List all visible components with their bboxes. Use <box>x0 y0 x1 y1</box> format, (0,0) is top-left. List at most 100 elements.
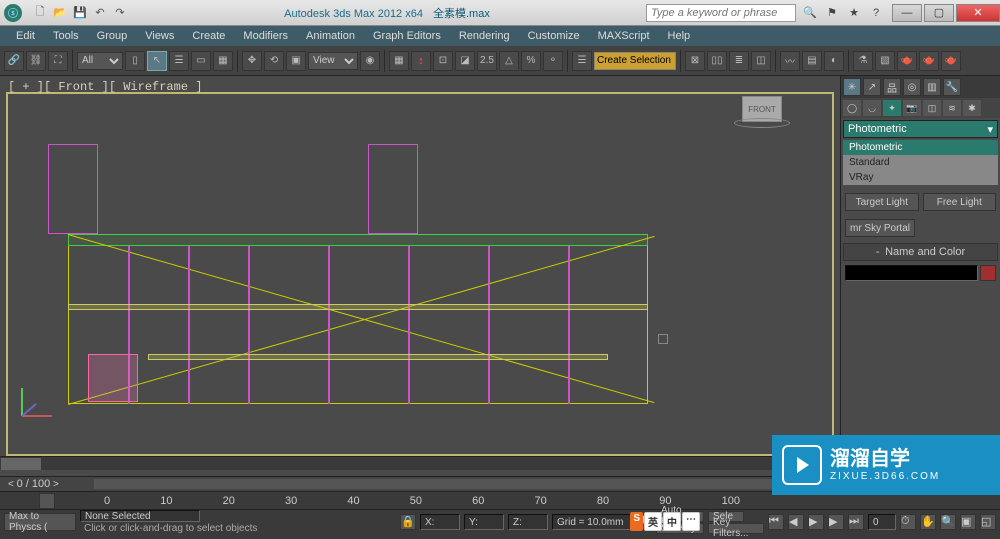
app-icon[interactable]: ⓢ <box>4 4 22 22</box>
bind-icon[interactable]: ⛶ <box>48 51 68 71</box>
percent-icon[interactable]: % <box>521 51 541 71</box>
zoom-icon[interactable]: 🔍 <box>940 514 956 530</box>
snap-toggle-icon[interactable]: △ <box>499 51 519 71</box>
maximize-button[interactable]: ▢ <box>924 4 954 22</box>
geometry-icon[interactable]: ◯ <box>843 100 861 116</box>
display-tab-icon[interactable]: ▥ <box>923 78 941 96</box>
menu-tools[interactable]: Tools <box>45 28 87 44</box>
menu-group[interactable]: Group <box>89 28 136 44</box>
new-icon[interactable]: 🗋 <box>32 5 48 21</box>
move-icon[interactable]: ✥ <box>242 51 262 71</box>
opt-photometric[interactable]: Photometric <box>843 140 998 155</box>
spinner-snap-icon[interactable]: 2.5 <box>477 51 497 71</box>
spacewarps-icon[interactable]: ≋ <box>943 100 961 116</box>
viewport[interactable]: [ + ][ Front ][ Wireframe ] FRONT <box>0 76 840 486</box>
redo-icon[interactable]: ↷ <box>112 5 128 21</box>
unlink-icon[interactable]: ⛓ <box>26 51 46 71</box>
layer-icon[interactable]: ≣ <box>729 51 749 71</box>
menu-rendering[interactable]: Rendering <box>451 28 518 44</box>
render-icon[interactable]: 🫖 <box>897 51 917 71</box>
ime-width[interactable]: 中 <box>663 512 681 531</box>
render-setup-icon[interactable]: ⚗ <box>853 51 873 71</box>
timeline-ruler[interactable]: 0102030405060708090100 <box>94 495 750 507</box>
edit-keys-icon[interactable]: ⚬ <box>543 51 563 71</box>
minimize-button[interactable]: — <box>892 4 922 22</box>
save-icon[interactable]: 💾 <box>72 5 88 21</box>
free-light-button[interactable]: Free Light <box>923 193 997 211</box>
mirror-icon[interactable]: ⊠ <box>685 51 705 71</box>
menu-modifiers[interactable]: Modifiers <box>235 28 296 44</box>
ime-indicator[interactable]: S 英 中 ⋯ <box>630 512 700 531</box>
name-color-rollout[interactable]: - Name and Color <box>843 243 998 261</box>
viewport-canvas[interactable] <box>6 92 834 456</box>
select-object-icon[interactable]: ↖ <box>147 51 167 71</box>
key-filters-button[interactable]: Key Filters... <box>708 523 764 534</box>
create-tab-icon[interactable]: ✳ <box>843 78 861 96</box>
menu-views[interactable]: Views <box>137 28 182 44</box>
motion-tab-icon[interactable]: ◎ <box>903 78 921 96</box>
current-frame-input[interactable]: 0 <box>868 514 896 530</box>
render-prod-icon[interactable]: 🫖 <box>919 51 939 71</box>
play-icon[interactable]: ▶ <box>808 514 824 530</box>
coord-y[interactable]: Y: <box>464 514 504 530</box>
max-viewport-icon[interactable]: ◱ <box>980 514 996 530</box>
star-icon[interactable]: ★ <box>846 5 862 21</box>
zoom-ext-icon[interactable]: ▣ <box>960 514 976 530</box>
goto-end-icon[interactable]: ⏭ <box>848 514 864 530</box>
viewport-scroll-h[interactable] <box>0 456 840 470</box>
viewcube[interactable]: FRONT <box>734 96 790 132</box>
named-selset-input[interactable] <box>594 52 676 70</box>
modify-tab-icon[interactable]: ↗ <box>863 78 881 96</box>
close-button[interactable]: ✕ <box>956 4 1000 22</box>
selection-lock-icon[interactable]: 🔒 <box>400 514 416 530</box>
pivot-icon[interactable]: ◉ <box>360 51 380 71</box>
undo-icon[interactable]: ↶ <box>92 5 108 21</box>
render-last-icon[interactable]: 🫖 <box>941 51 961 71</box>
comm-icon[interactable]: ⚑ <box>824 5 840 21</box>
coord-x[interactable]: X: <box>420 514 460 530</box>
snap-icon[interactable]: ↕ <box>411 51 431 71</box>
window-crossing-icon[interactable]: ▦ <box>213 51 233 71</box>
link-icon[interactable]: 🔗 <box>4 51 24 71</box>
scale-icon[interactable]: ▣ <box>286 51 306 71</box>
manipulate-icon[interactable]: ▦ <box>389 51 409 71</box>
opt-standard[interactable]: Standard <box>843 155 998 170</box>
pan-icon[interactable]: ✋ <box>920 514 936 530</box>
menu-create[interactable]: Create <box>184 28 233 44</box>
named-selset-icon[interactable]: ☰ <box>572 51 592 71</box>
viewport-label[interactable]: [ + ][ Front ][ Wireframe ] <box>8 80 202 94</box>
ime-more-icon[interactable]: ⋯ <box>682 512 700 531</box>
refcoord-select[interactable]: View <box>308 52 358 70</box>
select-icon[interactable]: ▯ <box>125 51 145 71</box>
systems-icon[interactable]: ✱ <box>963 100 981 116</box>
time-config-icon[interactable]: ⏱ <box>900 514 916 530</box>
prev-frame-icon[interactable]: ◀ <box>788 514 804 530</box>
shapes-icon[interactable]: ◡ <box>863 100 881 116</box>
target-light-button[interactable]: Target Light <box>845 193 919 211</box>
viewcube-ring-icon[interactable] <box>734 118 790 128</box>
maxscript-listener[interactable]: Max to Physcs ( <box>4 513 76 531</box>
menu-animation[interactable]: Animation <box>298 28 363 44</box>
next-frame-icon[interactable]: ▶ <box>828 514 844 530</box>
cameras-icon[interactable]: 📷 <box>903 100 921 116</box>
select-name-icon[interactable]: ☰ <box>169 51 189 71</box>
sky-portal-button[interactable]: mr Sky Portal <box>845 219 915 237</box>
menu-help[interactable]: Help <box>660 28 699 44</box>
menu-maxscript[interactable]: MAXScript <box>590 28 658 44</box>
align-icon[interactable]: ▯▯ <box>707 51 727 71</box>
menu-edit[interactable]: Edit <box>8 28 43 44</box>
opt-vray[interactable]: VRay <box>843 170 998 185</box>
object-name-input[interactable] <box>845 265 978 281</box>
hierarchy-tab-icon[interactable]: 品 <box>883 78 901 96</box>
schematic-icon[interactable]: ▤ <box>802 51 822 71</box>
lights-icon[interactable]: ✦ <box>883 100 901 116</box>
ime-lang[interactable]: 英 <box>644 512 662 531</box>
material-editor-icon[interactable]: ◐ <box>824 51 844 71</box>
goto-start-icon[interactable]: ⏮ <box>768 514 784 530</box>
menu-customize[interactable]: Customize <box>520 28 588 44</box>
percent-snap-icon[interactable]: ◪ <box>455 51 475 71</box>
render-frame-icon[interactable]: ▧ <box>875 51 895 71</box>
object-color-swatch[interactable] <box>980 265 996 281</box>
help-search-input[interactable] <box>646 4 796 22</box>
help-icon[interactable]: ? <box>868 5 884 21</box>
